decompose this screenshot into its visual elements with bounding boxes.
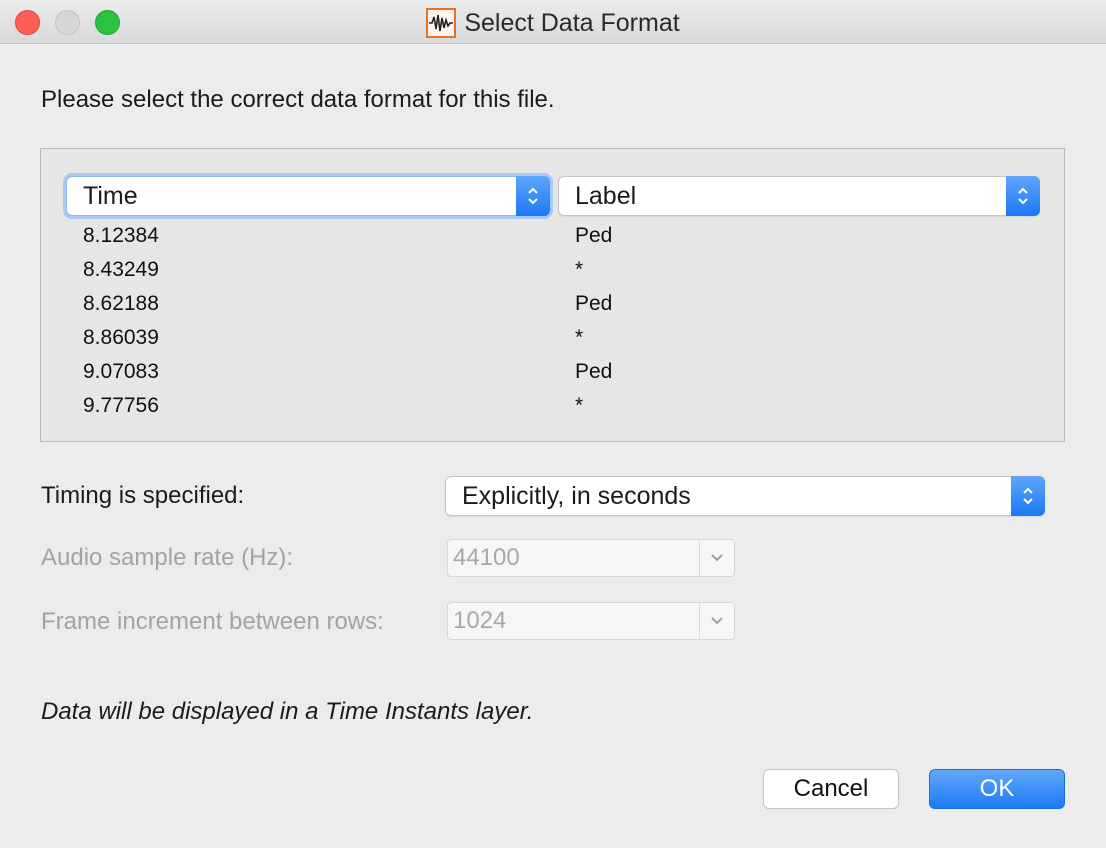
table-cell: Ped bbox=[575, 224, 613, 247]
timing-select[interactable]: Explicitly, in seconds bbox=[445, 476, 1045, 516]
layer-info-note: Data will be displayed in a Time Instant… bbox=[41, 698, 534, 725]
table-cell: * bbox=[575, 258, 584, 281]
chevron-down-icon bbox=[699, 540, 734, 576]
sample-rate-value: 44100 bbox=[453, 544, 520, 571]
sample-rate-label: Audio sample rate (Hz): bbox=[41, 544, 294, 571]
table-cell: 9.07083 bbox=[83, 360, 159, 383]
frame-increment-value: 1024 bbox=[453, 607, 507, 634]
up-down-chevron-icon bbox=[516, 176, 550, 216]
column-2-format-select[interactable]: Label bbox=[558, 176, 1040, 216]
window-title: Select Data Format bbox=[464, 8, 680, 37]
table-cell: 8.12384 bbox=[83, 224, 159, 247]
timing-label: Timing is specified: bbox=[41, 482, 245, 509]
table-cell: 8.86039 bbox=[83, 326, 159, 349]
column-1-format-value: Time bbox=[83, 182, 138, 210]
column-2-values: Ped * Ped * Ped * bbox=[575, 219, 612, 423]
table-cell: Ped bbox=[575, 292, 613, 315]
table-cell: * bbox=[575, 394, 584, 417]
instruction-text: Please select the correct data format fo… bbox=[41, 86, 555, 113]
table-cell: 8.62188 bbox=[83, 292, 159, 315]
chevron-down-icon bbox=[699, 603, 734, 639]
column-1-format-select[interactable]: Time bbox=[66, 176, 550, 216]
table-cell: 9.77756 bbox=[83, 394, 159, 417]
timing-select-value: Explicitly, in seconds bbox=[462, 482, 691, 510]
column-2-format-value: Label bbox=[575, 182, 637, 210]
column-1-values: 8.12384 8.43249 8.62188 8.86039 9.07083 … bbox=[83, 219, 159, 423]
title-bar: Select Data Format bbox=[0, 0, 1106, 44]
cancel-button[interactable]: Cancel bbox=[763, 769, 899, 809]
frame-increment-combo: 1024 bbox=[447, 602, 735, 640]
data-preview-panel: Time Label 8.12384 8.43249 8.62188 8.860… bbox=[40, 148, 1065, 442]
up-down-chevron-icon bbox=[1006, 176, 1040, 216]
table-cell: * bbox=[575, 326, 584, 349]
window-title-group: Select Data Format bbox=[0, 6, 1106, 40]
table-cell: Ped bbox=[575, 360, 613, 383]
table-cell: 8.43249 bbox=[83, 258, 159, 281]
up-down-chevron-icon bbox=[1011, 476, 1045, 516]
sample-rate-combo: 44100 bbox=[447, 539, 735, 577]
waveform-icon bbox=[426, 8, 457, 38]
ok-button[interactable]: OK bbox=[929, 769, 1065, 809]
frame-increment-label: Frame increment between rows: bbox=[41, 608, 384, 635]
